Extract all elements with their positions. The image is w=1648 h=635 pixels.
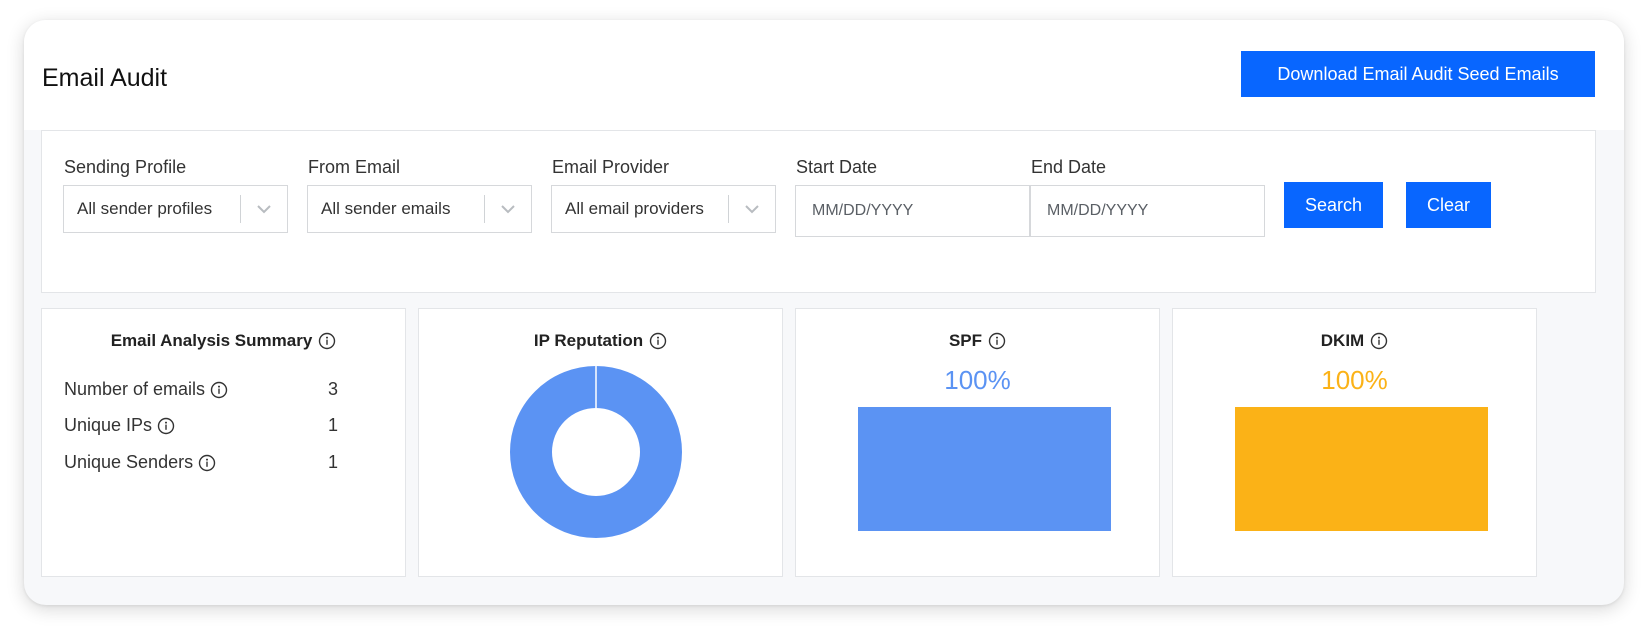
sending-profile-value: All sender profiles [77, 199, 213, 218]
summary-row-value: 3 [328, 379, 339, 399]
from-email-select[interactable]: All sender emails [307, 185, 532, 233]
search-button[interactable]: Search [1284, 182, 1383, 228]
from-email-value: All sender emails [321, 199, 451, 218]
spf-bar [858, 407, 1111, 531]
sending-profile-select[interactable]: All sender profiles [63, 185, 288, 233]
sending-profile-label: Sending Profile [64, 157, 187, 177]
chevron-down-icon[interactable] [241, 186, 287, 232]
ip-reputation-title-text: IP Reputation [533, 331, 644, 350]
email-provider-select[interactable]: All email providers [551, 185, 776, 233]
end-date-label: End Date [1031, 157, 1107, 177]
summary-row-emails: Number of emails 3 [64, 379, 344, 400]
spf-title: SPF [796, 331, 1159, 351]
summary-row-label: Unique IPs [64, 415, 153, 435]
spf-panel: SPF 100% [795, 308, 1160, 577]
info-icon[interactable] [988, 332, 1006, 350]
email-audit-card: Email Audit Download Email Audit Seed Em… [24, 20, 1624, 605]
summary-row-value: 1 [328, 452, 339, 472]
email-provider-value: All email providers [565, 199, 704, 218]
info-icon[interactable] [198, 454, 216, 472]
ip-reputation-title: IP Reputation [419, 331, 782, 351]
start-date-label: Start Date [796, 157, 878, 177]
info-icon[interactable] [157, 417, 175, 435]
from-email-label: From Email [308, 157, 401, 177]
download-seed-emails-button[interactable]: Download Email Audit Seed Emails [1241, 51, 1595, 97]
email-analysis-summary-panel: Email Analysis Summary Number of emails … [41, 308, 406, 577]
clear-button[interactable]: Clear [1406, 182, 1491, 228]
summary-row-label: Unique Senders [64, 452, 194, 472]
summary-row-unique-senders: Unique Senders 1 [64, 452, 344, 473]
summary-row-value: 1 [328, 415, 339, 435]
info-icon[interactable] [649, 332, 667, 350]
summary-row-label: Number of emails [64, 379, 206, 399]
spf-title-text: SPF [948, 331, 983, 350]
dkim-title: DKIM [1173, 331, 1536, 351]
start-date-input[interactable] [795, 185, 1030, 237]
ip-reputation-panel: IP Reputation [418, 308, 783, 577]
info-icon[interactable] [210, 381, 228, 399]
spf-percent: 100% [944, 365, 1011, 395]
filter-panel: Sending Profile All sender profiles From… [41, 130, 1596, 293]
summary-row-unique-ips: Unique IPs 1 [64, 415, 344, 436]
card-header: Email Audit Download Email Audit Seed Em… [24, 20, 1624, 130]
dkim-bar [1235, 407, 1488, 531]
page-title: Email Audit [42, 64, 168, 92]
dkim-title-text: DKIM [1320, 331, 1365, 350]
chevron-down-icon[interactable] [485, 186, 531, 232]
summary-title: Email Analysis Summary [42, 331, 405, 351]
end-date-input[interactable] [1030, 185, 1265, 237]
email-provider-label: Email Provider [552, 157, 670, 177]
dkim-percent: 100% [1321, 365, 1388, 395]
summary-title-text: Email Analysis Summary [110, 331, 313, 350]
ip-reputation-donut-chart [510, 366, 682, 538]
info-icon[interactable] [1370, 332, 1388, 350]
dkim-panel: DKIM 100% [1172, 308, 1537, 577]
chevron-down-icon[interactable] [729, 186, 775, 232]
info-icon[interactable] [318, 332, 336, 350]
